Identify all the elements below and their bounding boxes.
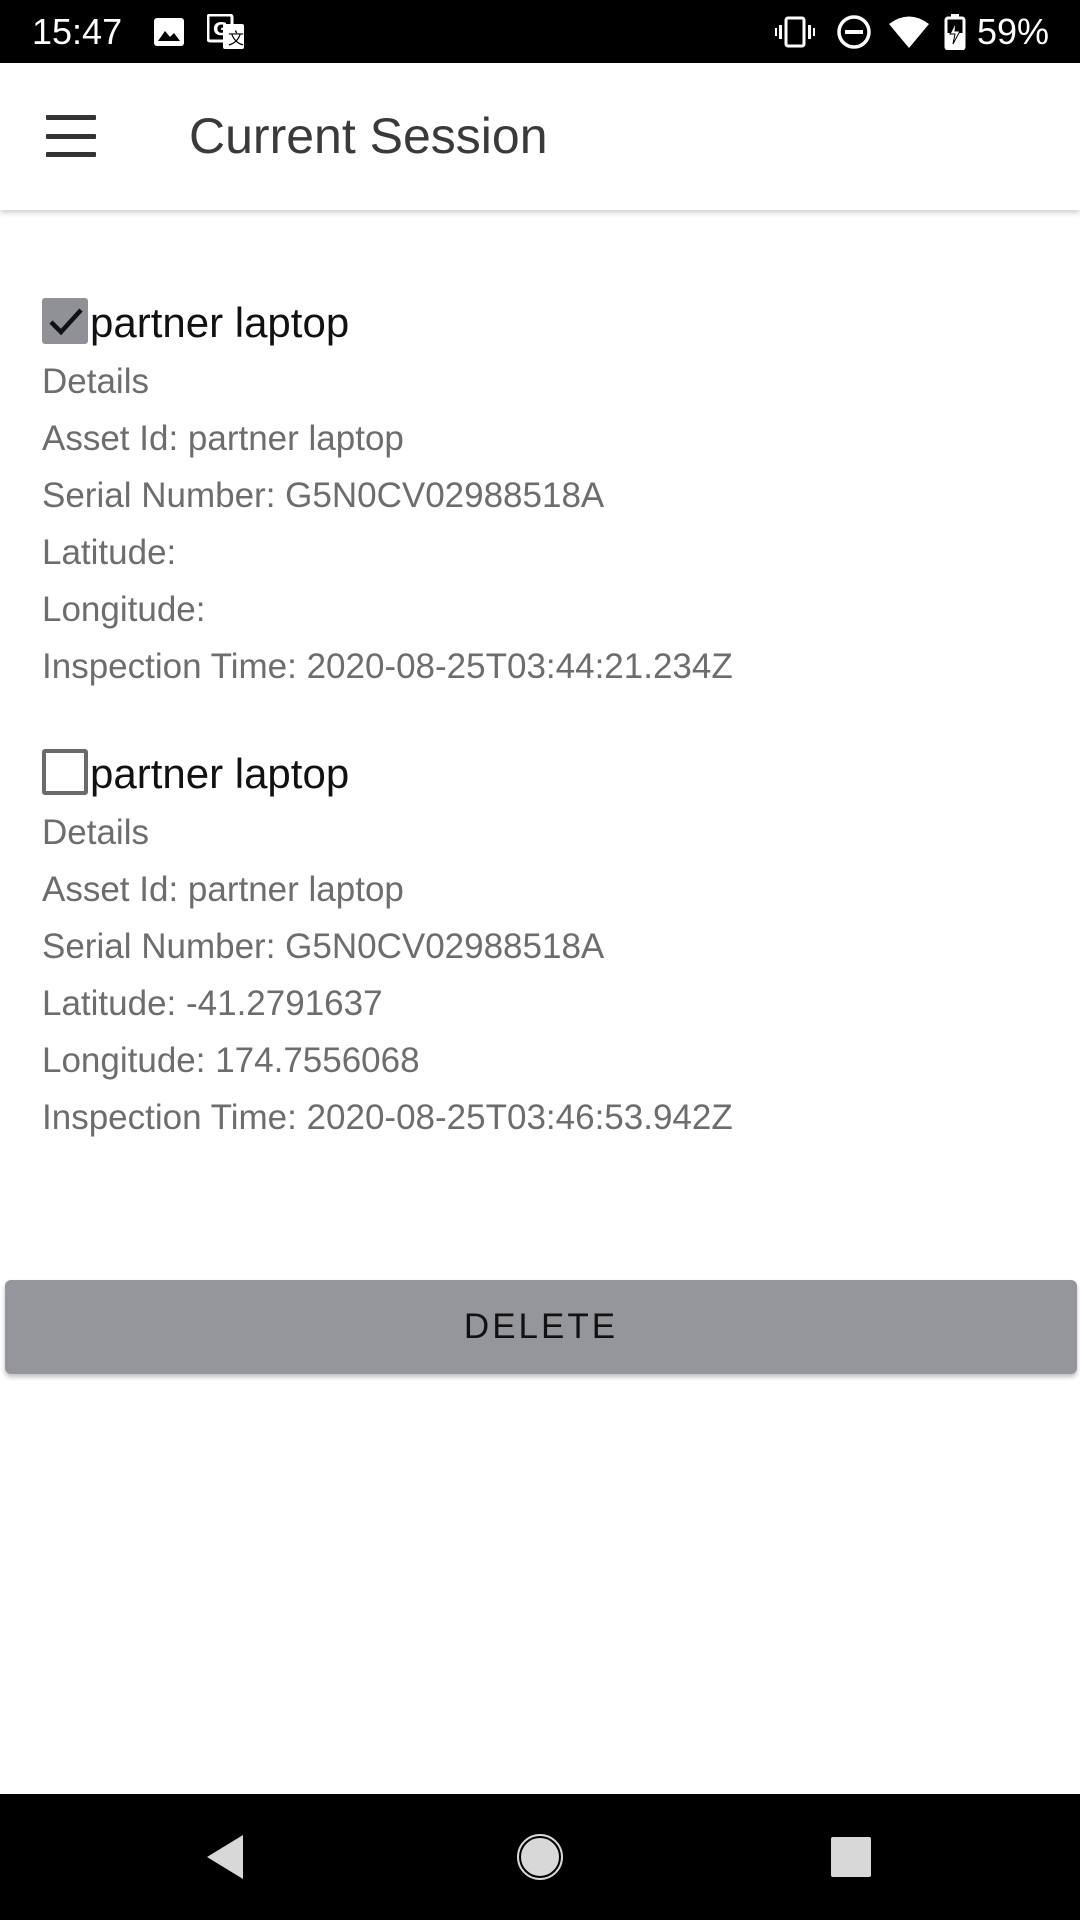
item-checkbox[interactable] bbox=[42, 749, 88, 795]
item-title: partner laptop bbox=[90, 750, 350, 797]
vibrate-icon bbox=[775, 14, 815, 50]
inspection-time: Inspection Time: 2020-08-25T03:44:21.234… bbox=[42, 647, 733, 686]
item-header: partner laptop bbox=[42, 744, 1042, 804]
app-bar: Current Session bbox=[0, 63, 1080, 210]
inspection-time: Inspection Time: 2020-08-25T03:46:53.942… bbox=[42, 1098, 733, 1137]
wifi-icon bbox=[888, 14, 930, 50]
battery-charging-icon bbox=[943, 14, 967, 50]
translate-icon: G文 bbox=[206, 14, 246, 50]
hamburger-menu-icon[interactable] bbox=[46, 115, 100, 157]
checkmark-icon bbox=[49, 308, 83, 336]
item-title: partner laptop bbox=[90, 299, 350, 346]
list-item: partner laptop Details Asset Id: partner… bbox=[42, 293, 1042, 695]
battery-percentage: 59% bbox=[977, 11, 1050, 52]
longitude: Longitude: 174.7556068 bbox=[42, 1041, 420, 1080]
details-label: Details bbox=[42, 362, 149, 401]
asset-id: Asset Id: partner laptop bbox=[42, 419, 404, 458]
serial-number: Serial Number: G5N0CV02988518A bbox=[42, 927, 605, 966]
details-label: Details bbox=[42, 813, 149, 852]
status-bar: 15:47 G文 59% bbox=[0, 0, 1080, 63]
latitude: Latitude: bbox=[42, 533, 177, 572]
back-icon[interactable] bbox=[190, 1794, 260, 1920]
delete-button[interactable]: DELETE bbox=[5, 1280, 1077, 1374]
longitude: Longitude: bbox=[42, 590, 206, 629]
page-title: Current Session bbox=[189, 108, 548, 164]
svg-text:文: 文 bbox=[228, 29, 244, 48]
navigation-bar bbox=[0, 1794, 1080, 1920]
asset-id: Asset Id: partner laptop bbox=[42, 870, 404, 909]
list-item: partner laptop Details Asset Id: partner… bbox=[42, 744, 1042, 1146]
item-header: partner laptop bbox=[42, 293, 1042, 353]
image-icon bbox=[152, 14, 186, 50]
serial-number: Serial Number: G5N0CV02988518A bbox=[42, 476, 605, 515]
status-time: 15:47 bbox=[32, 11, 123, 52]
latitude: Latitude: -41.2791637 bbox=[42, 984, 383, 1023]
do-not-disturb-icon bbox=[836, 14, 872, 50]
recents-icon[interactable] bbox=[825, 1794, 877, 1920]
home-icon[interactable] bbox=[510, 1794, 570, 1920]
item-checkbox[interactable] bbox=[42, 298, 88, 344]
